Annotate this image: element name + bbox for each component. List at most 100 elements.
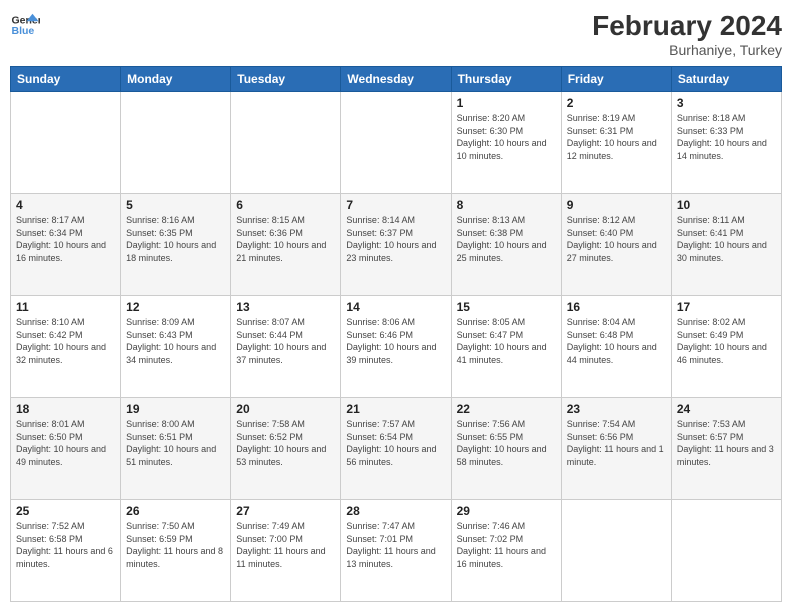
day-number: 23 bbox=[567, 402, 666, 416]
table-row: 23 Sunrise: 7:54 AM Sunset: 6:56 PM Dayli… bbox=[561, 398, 671, 500]
table-row: 29 Sunrise: 7:46 AM Sunset: 7:02 PM Dayli… bbox=[451, 500, 561, 602]
table-row: 7 Sunrise: 8:14 AM Sunset: 6:37 PM Daylig… bbox=[341, 194, 451, 296]
table-row: 10Sunrise: 8:11 AM Sunset: 6:41 PM Dayli… bbox=[671, 194, 781, 296]
day-number: 9 bbox=[567, 198, 666, 212]
table-row: 12 Sunrise: 8:09 AM Sunset: 6:43 PM Dayli… bbox=[121, 296, 231, 398]
table-row: 16 Sunrise: 8:04 AM Sunset: 6:48 PM Dayli… bbox=[561, 296, 671, 398]
table-row: 13 Sunrise: 8:07 AM Sunset: 6:44 PM Dayli… bbox=[231, 296, 341, 398]
table-row bbox=[231, 92, 341, 194]
table-row: 18 Sunrise: 8:01 AM Sunset: 6:50 PM Dayli… bbox=[11, 398, 121, 500]
col-thursday: Thursday bbox=[451, 67, 561, 92]
table-row: 6 Sunrise: 8:15 AM Sunset: 6:36 PM Daylig… bbox=[231, 194, 341, 296]
day-info: Sunrise: 8:18 AM Sunset: 6:33 PM Dayligh… bbox=[677, 112, 776, 162]
table-row: 3Sunrise: 8:18 AM Sunset: 6:33 PM Daylig… bbox=[671, 92, 781, 194]
day-number: 29 bbox=[457, 504, 556, 518]
day-info: Sunrise: 8:07 AM Sunset: 6:44 PM Dayligh… bbox=[236, 316, 335, 366]
table-row: 9 Sunrise: 8:12 AM Sunset: 6:40 PM Daylig… bbox=[561, 194, 671, 296]
table-row bbox=[11, 92, 121, 194]
day-info: Sunrise: 8:12 AM Sunset: 6:40 PM Dayligh… bbox=[567, 214, 666, 264]
day-info: Sunrise: 8:01 AM Sunset: 6:50 PM Dayligh… bbox=[16, 418, 115, 468]
day-info: Sunrise: 8:20 AM Sunset: 6:30 PM Dayligh… bbox=[457, 112, 556, 162]
day-info: Sunrise: 8:02 AM Sunset: 6:49 PM Dayligh… bbox=[677, 316, 776, 366]
day-info: Sunrise: 8:17 AM Sunset: 6:34 PM Dayligh… bbox=[16, 214, 115, 264]
day-number: 19 bbox=[126, 402, 225, 416]
calendar-table: Sunday Monday Tuesday Wednesday Thursday… bbox=[10, 66, 782, 602]
day-info: Sunrise: 7:54 AM Sunset: 6:56 PM Dayligh… bbox=[567, 418, 666, 468]
table-row bbox=[121, 92, 231, 194]
day-info: Sunrise: 7:52 AM Sunset: 6:58 PM Dayligh… bbox=[16, 520, 115, 570]
day-info: Sunrise: 8:00 AM Sunset: 6:51 PM Dayligh… bbox=[126, 418, 225, 468]
day-info: Sunrise: 7:53 AM Sunset: 6:57 PM Dayligh… bbox=[677, 418, 776, 468]
day-number: 6 bbox=[236, 198, 335, 212]
page: General Blue February 2024 Burhaniye, Tu… bbox=[0, 0, 792, 612]
day-info: Sunrise: 7:46 AM Sunset: 7:02 PM Dayligh… bbox=[457, 520, 556, 570]
calendar-week-row: 18 Sunrise: 8:01 AM Sunset: 6:50 PM Dayli… bbox=[11, 398, 782, 500]
day-number: 28 bbox=[346, 504, 445, 518]
day-info: Sunrise: 8:06 AM Sunset: 6:46 PM Dayligh… bbox=[346, 316, 445, 366]
day-info: Sunrise: 8:04 AM Sunset: 6:48 PM Dayligh… bbox=[567, 316, 666, 366]
day-number: 16 bbox=[567, 300, 666, 314]
table-row: 14 Sunrise: 8:06 AM Sunset: 6:46 PM Dayli… bbox=[341, 296, 451, 398]
day-number: 2 bbox=[567, 96, 666, 110]
day-number: 8 bbox=[457, 198, 556, 212]
logo-icon: General Blue bbox=[10, 10, 40, 40]
table-row: 1 Sunrise: 8:20 AM Sunset: 6:30 PM Daylig… bbox=[451, 92, 561, 194]
day-info: Sunrise: 7:50 AM Sunset: 6:59 PM Dayligh… bbox=[126, 520, 225, 570]
day-info: Sunrise: 8:14 AM Sunset: 6:37 PM Dayligh… bbox=[346, 214, 445, 264]
calendar-week-row: 1 Sunrise: 8:20 AM Sunset: 6:30 PM Daylig… bbox=[11, 92, 782, 194]
day-number: 1 bbox=[457, 96, 556, 110]
day-number: 26 bbox=[126, 504, 225, 518]
logo: General Blue bbox=[10, 10, 43, 40]
day-number: 5 bbox=[126, 198, 225, 212]
day-number: 7 bbox=[346, 198, 445, 212]
day-number: 14 bbox=[346, 300, 445, 314]
col-sunday: Sunday bbox=[11, 67, 121, 92]
day-number: 22 bbox=[457, 402, 556, 416]
table-row: 17 Sunrise: 8:02 AM Sunset: 6:49 PM Dayli… bbox=[671, 296, 781, 398]
day-info: Sunrise: 8:10 AM Sunset: 6:42 PM Dayligh… bbox=[16, 316, 115, 366]
day-number: 4 bbox=[16, 198, 115, 212]
table-row bbox=[671, 500, 781, 602]
table-row bbox=[561, 500, 671, 602]
svg-text:Blue: Blue bbox=[12, 25, 35, 37]
table-row: 21Sunrise: 7:57 AM Sunset: 6:54 PM Dayli… bbox=[341, 398, 451, 500]
table-row: 4 Sunrise: 8:17 AM Sunset: 6:34 PM Daylig… bbox=[11, 194, 121, 296]
day-number: 20 bbox=[236, 402, 335, 416]
day-info: Sunrise: 8:19 AM Sunset: 6:31 PM Dayligh… bbox=[567, 112, 666, 162]
day-info: Sunrise: 7:58 AM Sunset: 6:52 PM Dayligh… bbox=[236, 418, 335, 468]
day-number: 10 bbox=[677, 198, 776, 212]
table-row: 8Sunrise: 8:13 AM Sunset: 6:38 PM Daylig… bbox=[451, 194, 561, 296]
table-row: 28 Sunrise: 7:47 AM Sunset: 7:01 PM Dayli… bbox=[341, 500, 451, 602]
day-number: 21 bbox=[346, 402, 445, 416]
day-info: Sunrise: 8:15 AM Sunset: 6:36 PM Dayligh… bbox=[236, 214, 335, 264]
table-row: 22 Sunrise: 7:56 AM Sunset: 6:55 PM Dayli… bbox=[451, 398, 561, 500]
day-info: Sunrise: 7:56 AM Sunset: 6:55 PM Dayligh… bbox=[457, 418, 556, 468]
table-row: 11 Sunrise: 8:10 AM Sunset: 6:42 PM Dayli… bbox=[11, 296, 121, 398]
day-number: 11 bbox=[16, 300, 115, 314]
main-title: February 2024 bbox=[592, 10, 782, 42]
day-number: 12 bbox=[126, 300, 225, 314]
table-row: 27Sunrise: 7:49 AM Sunset: 7:00 PM Dayli… bbox=[231, 500, 341, 602]
calendar-week-row: 11 Sunrise: 8:10 AM Sunset: 6:42 PM Dayli… bbox=[11, 296, 782, 398]
table-row: 15Sunrise: 8:05 AM Sunset: 6:47 PM Dayli… bbox=[451, 296, 561, 398]
col-saturday: Saturday bbox=[671, 67, 781, 92]
table-row bbox=[341, 92, 451, 194]
day-number: 27 bbox=[236, 504, 335, 518]
day-number: 15 bbox=[457, 300, 556, 314]
day-number: 17 bbox=[677, 300, 776, 314]
col-wednesday: Wednesday bbox=[341, 67, 451, 92]
day-number: 18 bbox=[16, 402, 115, 416]
col-tuesday: Tuesday bbox=[231, 67, 341, 92]
day-number: 25 bbox=[16, 504, 115, 518]
table-row: 5Sunrise: 8:16 AM Sunset: 6:35 PM Daylig… bbox=[121, 194, 231, 296]
col-monday: Monday bbox=[121, 67, 231, 92]
day-info: Sunrise: 8:09 AM Sunset: 6:43 PM Dayligh… bbox=[126, 316, 225, 366]
day-info: Sunrise: 7:47 AM Sunset: 7:01 PM Dayligh… bbox=[346, 520, 445, 570]
title-block: February 2024 Burhaniye, Turkey bbox=[592, 10, 782, 58]
table-row: 25 Sunrise: 7:52 AM Sunset: 6:58 PM Dayli… bbox=[11, 500, 121, 602]
calendar-week-row: 4 Sunrise: 8:17 AM Sunset: 6:34 PM Daylig… bbox=[11, 194, 782, 296]
subtitle: Burhaniye, Turkey bbox=[592, 42, 782, 58]
day-number: 13 bbox=[236, 300, 335, 314]
calendar-header-row: Sunday Monday Tuesday Wednesday Thursday… bbox=[11, 67, 782, 92]
calendar-week-row: 25 Sunrise: 7:52 AM Sunset: 6:58 PM Dayli… bbox=[11, 500, 782, 602]
